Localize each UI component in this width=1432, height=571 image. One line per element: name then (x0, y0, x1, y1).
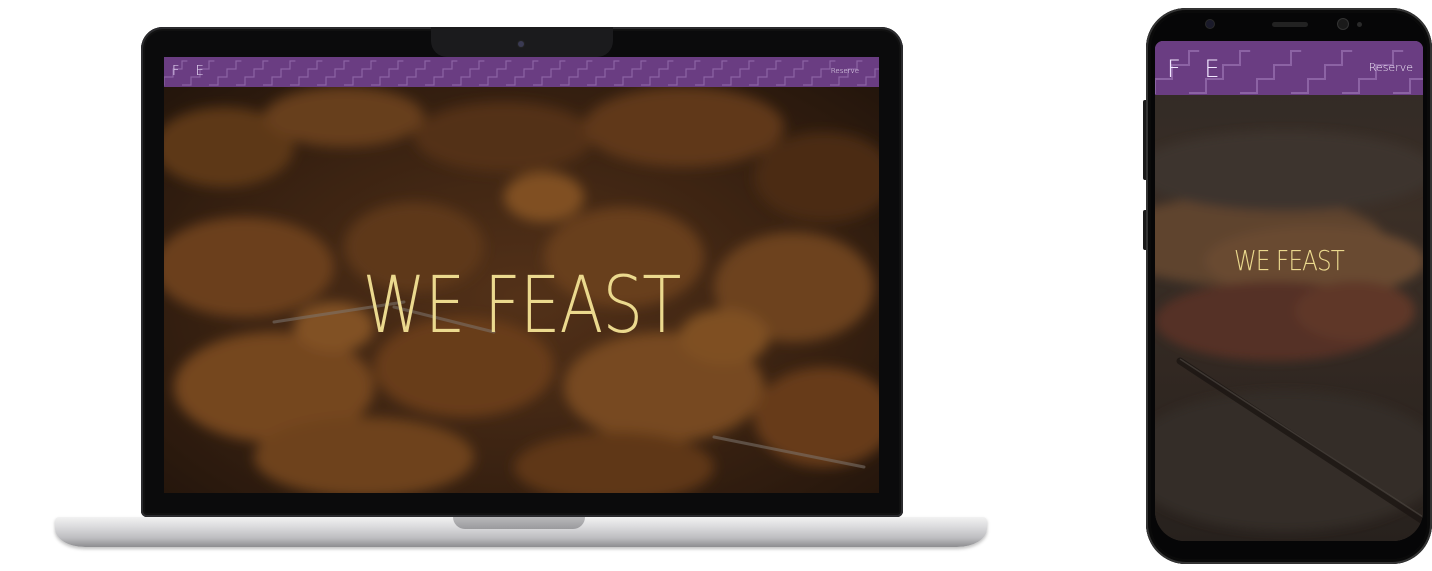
laptop-camera-icon (518, 41, 524, 47)
mobile-site-header: F E Reserve (1155, 41, 1423, 95)
hero-title: WE FEAST (362, 261, 681, 351)
reserve-link[interactable]: Reserve (831, 67, 859, 75)
phone-speaker (1272, 22, 1308, 27)
laptop-base-notch (453, 517, 585, 529)
stair-step-pattern-icon (164, 57, 879, 87)
phone-camera-icon (1338, 19, 1348, 29)
phone-flash-icon (1357, 22, 1362, 27)
laptop-device: F E Reserve WE FEAST (141, 27, 903, 517)
logo[interactable]: F E (1167, 55, 1228, 83)
desktop-site-header: F E Reserve (164, 57, 879, 87)
laptop-base (55, 517, 987, 547)
mobile-site-screen: F E Reserve WE FEAST (1155, 41, 1423, 541)
reserve-link[interactable]: Reserve (1369, 61, 1413, 74)
desktop-site-screen: F E Reserve WE FEAST (164, 57, 879, 493)
mobile-hero-background (1155, 41, 1423, 541)
hero-title: WE FEAST (1234, 244, 1345, 277)
phone-sensor-icon (1206, 20, 1214, 28)
logo[interactable]: F E (172, 64, 210, 79)
phone-device: F E Reserve WE FEAST (1146, 8, 1432, 564)
